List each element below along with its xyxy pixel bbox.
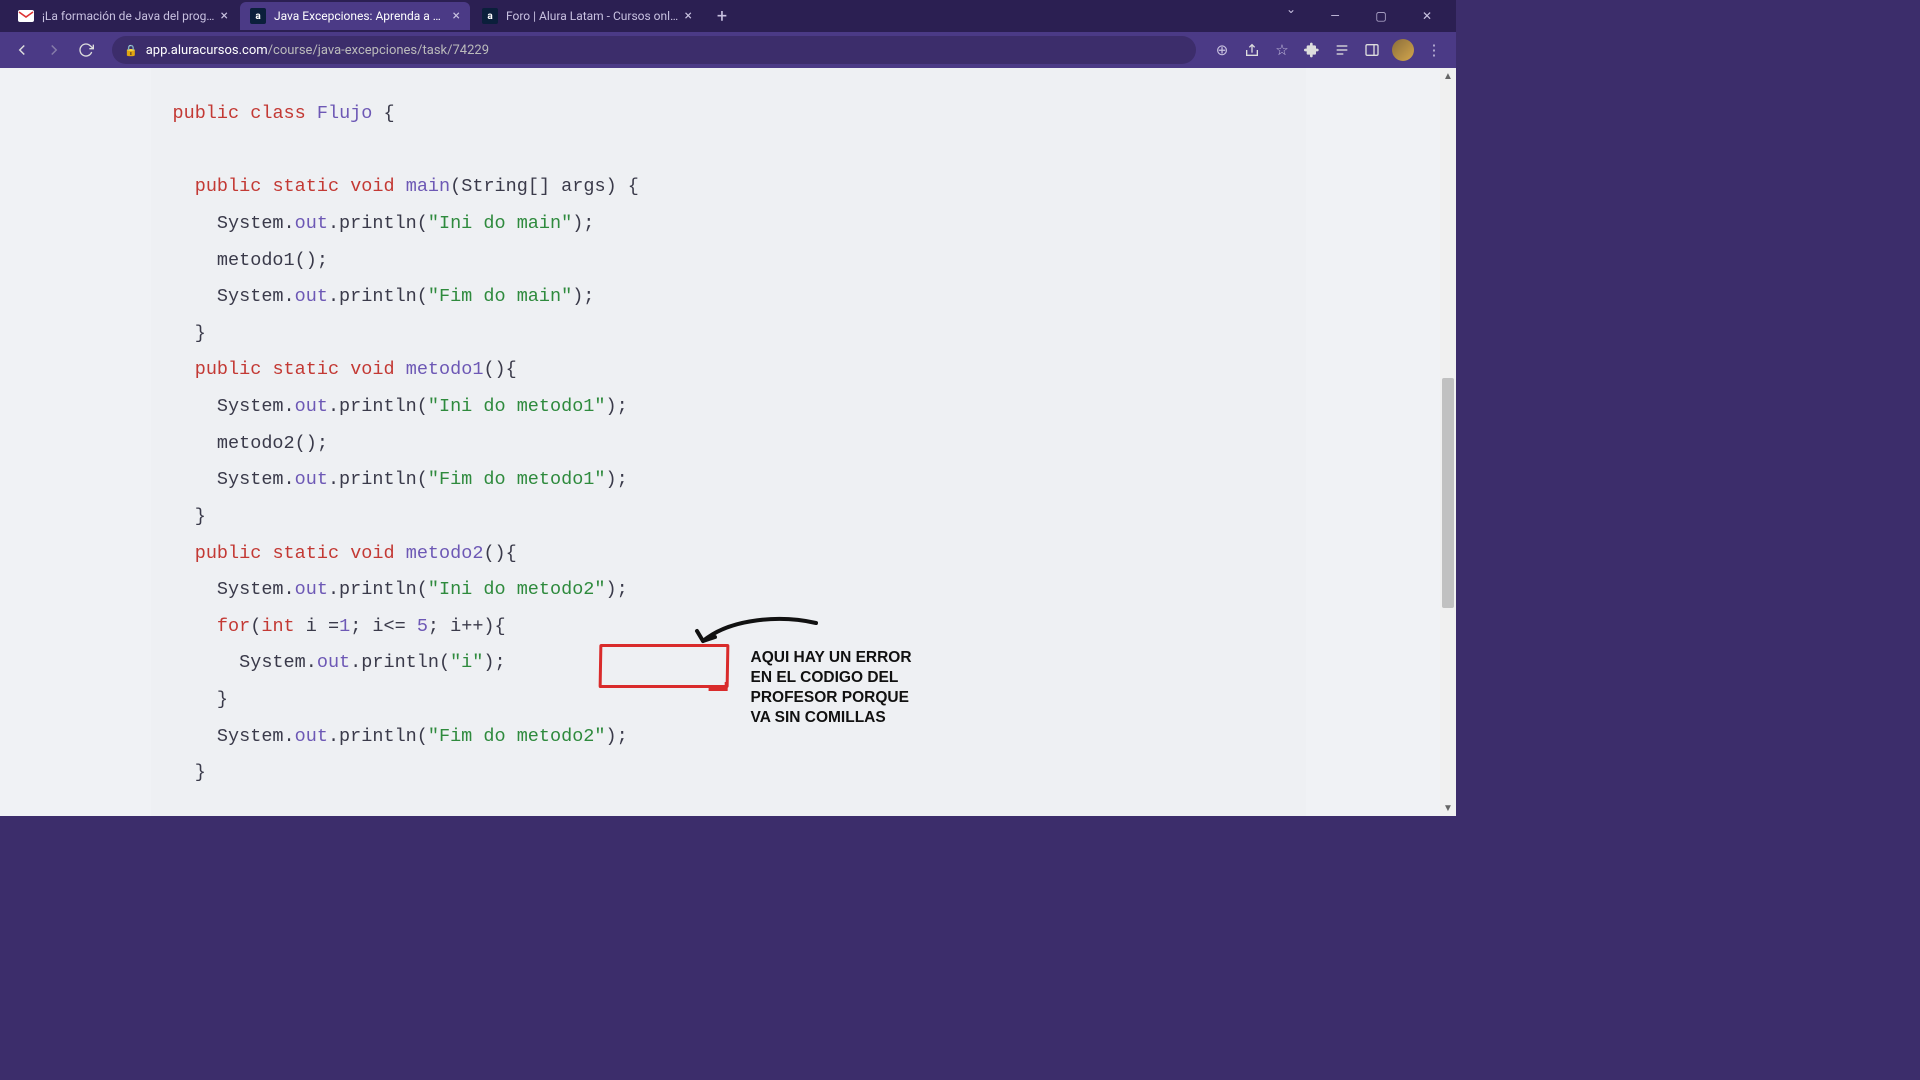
lock-icon: 🔒: [124, 44, 138, 57]
scroll-up-icon[interactable]: ▲: [1440, 68, 1456, 84]
reading-list-icon[interactable]: [1328, 36, 1356, 64]
tab-title: Foro | Alura Latam - Cursos onlin: [506, 9, 679, 23]
tab-title: ¡La formación de Java del progra: [42, 9, 215, 23]
zoom-icon[interactable]: ⊕: [1208, 36, 1236, 64]
maximize-button[interactable]: ▢: [1360, 2, 1402, 30]
share-icon[interactable]: [1238, 36, 1266, 64]
scrollbar-thumb[interactable]: [1442, 378, 1454, 608]
side-panel-icon[interactable]: [1358, 36, 1386, 64]
code-block: public class Flujo { public static void …: [151, 68, 1306, 816]
toolbar-right: ⊕ ☆ ⋮: [1208, 36, 1448, 64]
extensions-icon[interactable]: [1298, 36, 1326, 64]
browser-tab-active[interactable]: a Java Excepciones: Aprenda a cre ×: [240, 2, 470, 30]
alura-icon: a: [250, 8, 266, 24]
vertical-scrollbar[interactable]: ▲ ▼: [1440, 68, 1456, 816]
star-icon[interactable]: ☆: [1268, 36, 1296, 64]
new-tab-button[interactable]: +: [710, 4, 734, 28]
source-code: public class Flujo { public static void …: [173, 96, 1284, 792]
forward-button[interactable]: [40, 36, 68, 64]
tab-title: Java Excepciones: Aprenda a cre: [274, 9, 447, 23]
gmail-icon: [18, 8, 34, 24]
close-icon[interactable]: ×: [453, 8, 460, 24]
browser-tab-foro[interactable]: a Foro | Alura Latam - Cursos onlin ×: [472, 2, 702, 30]
menu-icon[interactable]: ⋮: [1420, 36, 1448, 64]
alura-icon: a: [482, 8, 498, 24]
browser-tab-bar: ¡La formación de Java del progra × a Jav…: [0, 0, 1456, 32]
scroll-down-icon[interactable]: ▼: [1440, 800, 1456, 816]
reload-button[interactable]: [72, 36, 100, 64]
url-text: app.aluracursos.com/course/java-excepcio…: [146, 43, 489, 58]
address-bar[interactable]: 🔒 app.aluracursos.com/course/java-excepc…: [112, 36, 1196, 64]
close-icon[interactable]: ×: [685, 8, 692, 24]
page-content: public class Flujo { public static void …: [0, 68, 1456, 816]
annotation-text: AQUI HAY UN ERROR EN EL CODIGO DEL PROFE…: [751, 648, 912, 729]
close-icon[interactable]: ×: [221, 8, 228, 24]
profile-avatar[interactable]: [1392, 39, 1414, 61]
back-button[interactable]: [8, 36, 36, 64]
chevron-down-icon[interactable]: ⌄: [1278, 2, 1304, 30]
close-window-button[interactable]: ✕: [1406, 2, 1448, 30]
minimize-button[interactable]: —: [1314, 2, 1356, 30]
browser-tab-gmail[interactable]: ¡La formación de Java del progra ×: [8, 2, 238, 30]
browser-url-bar: 🔒 app.aluracursos.com/course/java-excepc…: [0, 32, 1456, 68]
window-controls: ⌄ — ▢ ✕: [1278, 2, 1448, 30]
